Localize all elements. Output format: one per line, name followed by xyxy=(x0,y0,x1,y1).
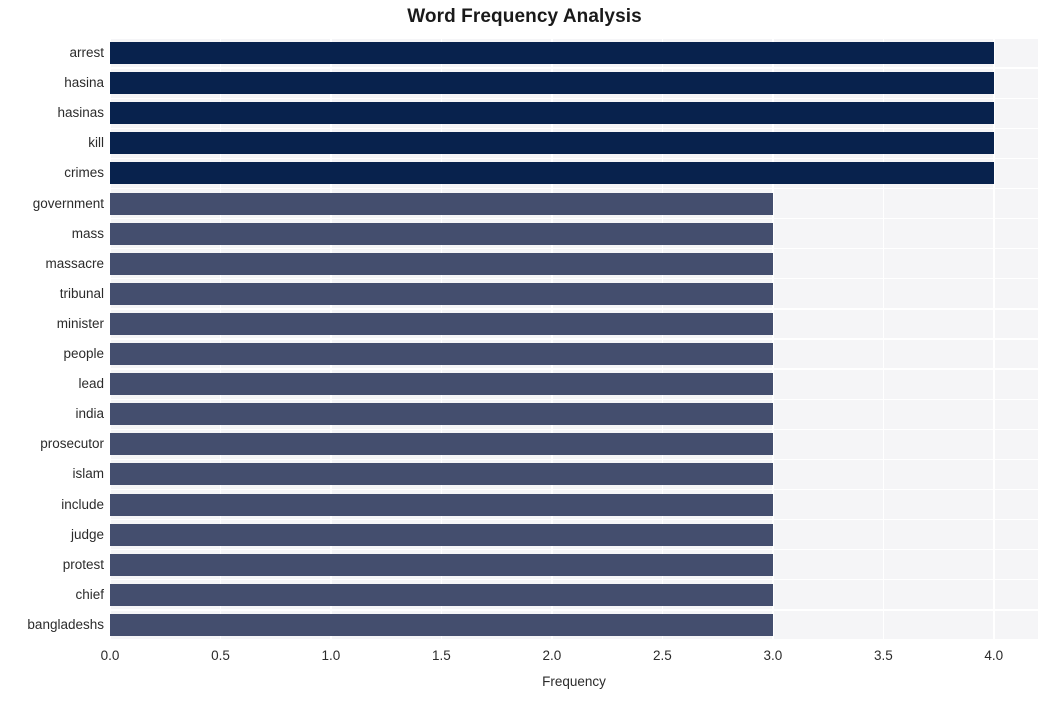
y-axis-tick-label: include xyxy=(61,496,104,512)
gridline-horizontal xyxy=(110,38,1038,39)
bar xyxy=(110,373,773,396)
bar xyxy=(110,613,773,636)
bar xyxy=(110,222,773,245)
y-axis-tick-label: government xyxy=(32,195,104,211)
y-axis-tick-label: tribunal xyxy=(59,285,104,301)
y-axis-tick-label: people xyxy=(63,346,104,362)
y-axis-tick-label: prosecutor xyxy=(40,436,104,452)
bar xyxy=(110,282,773,305)
gridline-horizontal xyxy=(110,549,1038,551)
gridline-horizontal xyxy=(110,187,1038,190)
gridline-horizontal xyxy=(110,428,1038,430)
x-axis-tick-label: 1.0 xyxy=(321,648,341,663)
gridline-horizontal xyxy=(110,278,1038,280)
bar xyxy=(110,162,994,185)
x-axis-tick-label: 0.5 xyxy=(211,648,230,663)
x-axis-tick-label: 4.0 xyxy=(984,648,1004,663)
gridline-horizontal xyxy=(110,398,1038,400)
gridline-horizontal xyxy=(110,217,1038,220)
bar xyxy=(110,523,773,546)
y-axis-tick-label: bangladeshs xyxy=(27,616,104,632)
x-axis-tick-label: 2.0 xyxy=(542,648,562,663)
y-axis-tick-label: hasinas xyxy=(57,105,104,121)
y-axis-tick-labels: arrest hasina hasinas kill crimes government m… xyxy=(0,38,104,640)
bar xyxy=(110,493,773,516)
y-axis-tick-label: lead xyxy=(78,376,104,392)
y-axis-tick-label: india xyxy=(75,406,104,422)
gridline-horizontal xyxy=(110,308,1038,310)
y-axis-tick-label: protest xyxy=(62,556,104,572)
gridline-horizontal xyxy=(110,97,1038,99)
gridline-horizontal xyxy=(110,157,1038,160)
gridline-horizontal xyxy=(110,127,1038,129)
x-axis-tick-label: 1.5 xyxy=(432,648,451,663)
bar xyxy=(110,553,773,576)
x-axis-title: Frequency xyxy=(542,674,606,689)
gridline-horizontal xyxy=(110,488,1038,491)
bar xyxy=(110,433,773,456)
bar xyxy=(110,252,773,275)
chart-title: Word Frequency Analysis xyxy=(407,6,642,27)
gridline-horizontal xyxy=(110,639,1038,640)
gridline-horizontal xyxy=(110,248,1038,250)
y-axis-tick-label: islam xyxy=(72,466,104,482)
bar xyxy=(110,403,773,426)
y-axis-tick-label: massacre xyxy=(45,255,104,271)
plot-area xyxy=(110,38,1038,640)
bar xyxy=(110,102,994,125)
y-axis-tick-label: arrest xyxy=(69,45,104,61)
gridline-horizontal xyxy=(110,67,1038,69)
gridline-horizontal xyxy=(110,609,1038,611)
y-axis-tick-label: hasina xyxy=(64,75,104,91)
bar xyxy=(110,583,773,606)
word-frequency-chart: Word Frequency Analysis arrest hasina hasi… xyxy=(0,0,1049,701)
bar xyxy=(110,72,994,95)
gridline-horizontal xyxy=(110,518,1038,521)
x-axis-tick-label: 2.5 xyxy=(652,648,672,663)
y-axis-tick-label: minister xyxy=(56,315,104,331)
x-axis-tick-labels: 0.0 0.5 1.0 1.5 2.0 2.5 3.0 3.5 4.0 xyxy=(0,648,1049,668)
gridline-horizontal xyxy=(110,458,1038,461)
bar xyxy=(110,132,994,155)
gridline-horizontal xyxy=(110,338,1038,340)
y-axis-tick-label: judge xyxy=(70,526,104,542)
bar xyxy=(110,42,994,65)
bar xyxy=(110,343,773,366)
bar xyxy=(110,312,773,335)
bar xyxy=(110,463,773,486)
bar xyxy=(110,192,773,215)
y-axis-tick-label: mass xyxy=(71,225,104,241)
y-axis-tick-label: chief xyxy=(75,586,104,602)
x-axis-tick-label: 3.5 xyxy=(873,648,893,663)
y-axis-tick-label: crimes xyxy=(64,165,104,181)
x-axis-tick-label: 3.0 xyxy=(763,648,783,663)
y-axis-tick-label: kill xyxy=(88,135,104,151)
x-axis-tick-label: 0.0 xyxy=(100,648,120,663)
gridline-horizontal xyxy=(110,368,1038,370)
gridline-horizontal xyxy=(110,579,1038,581)
